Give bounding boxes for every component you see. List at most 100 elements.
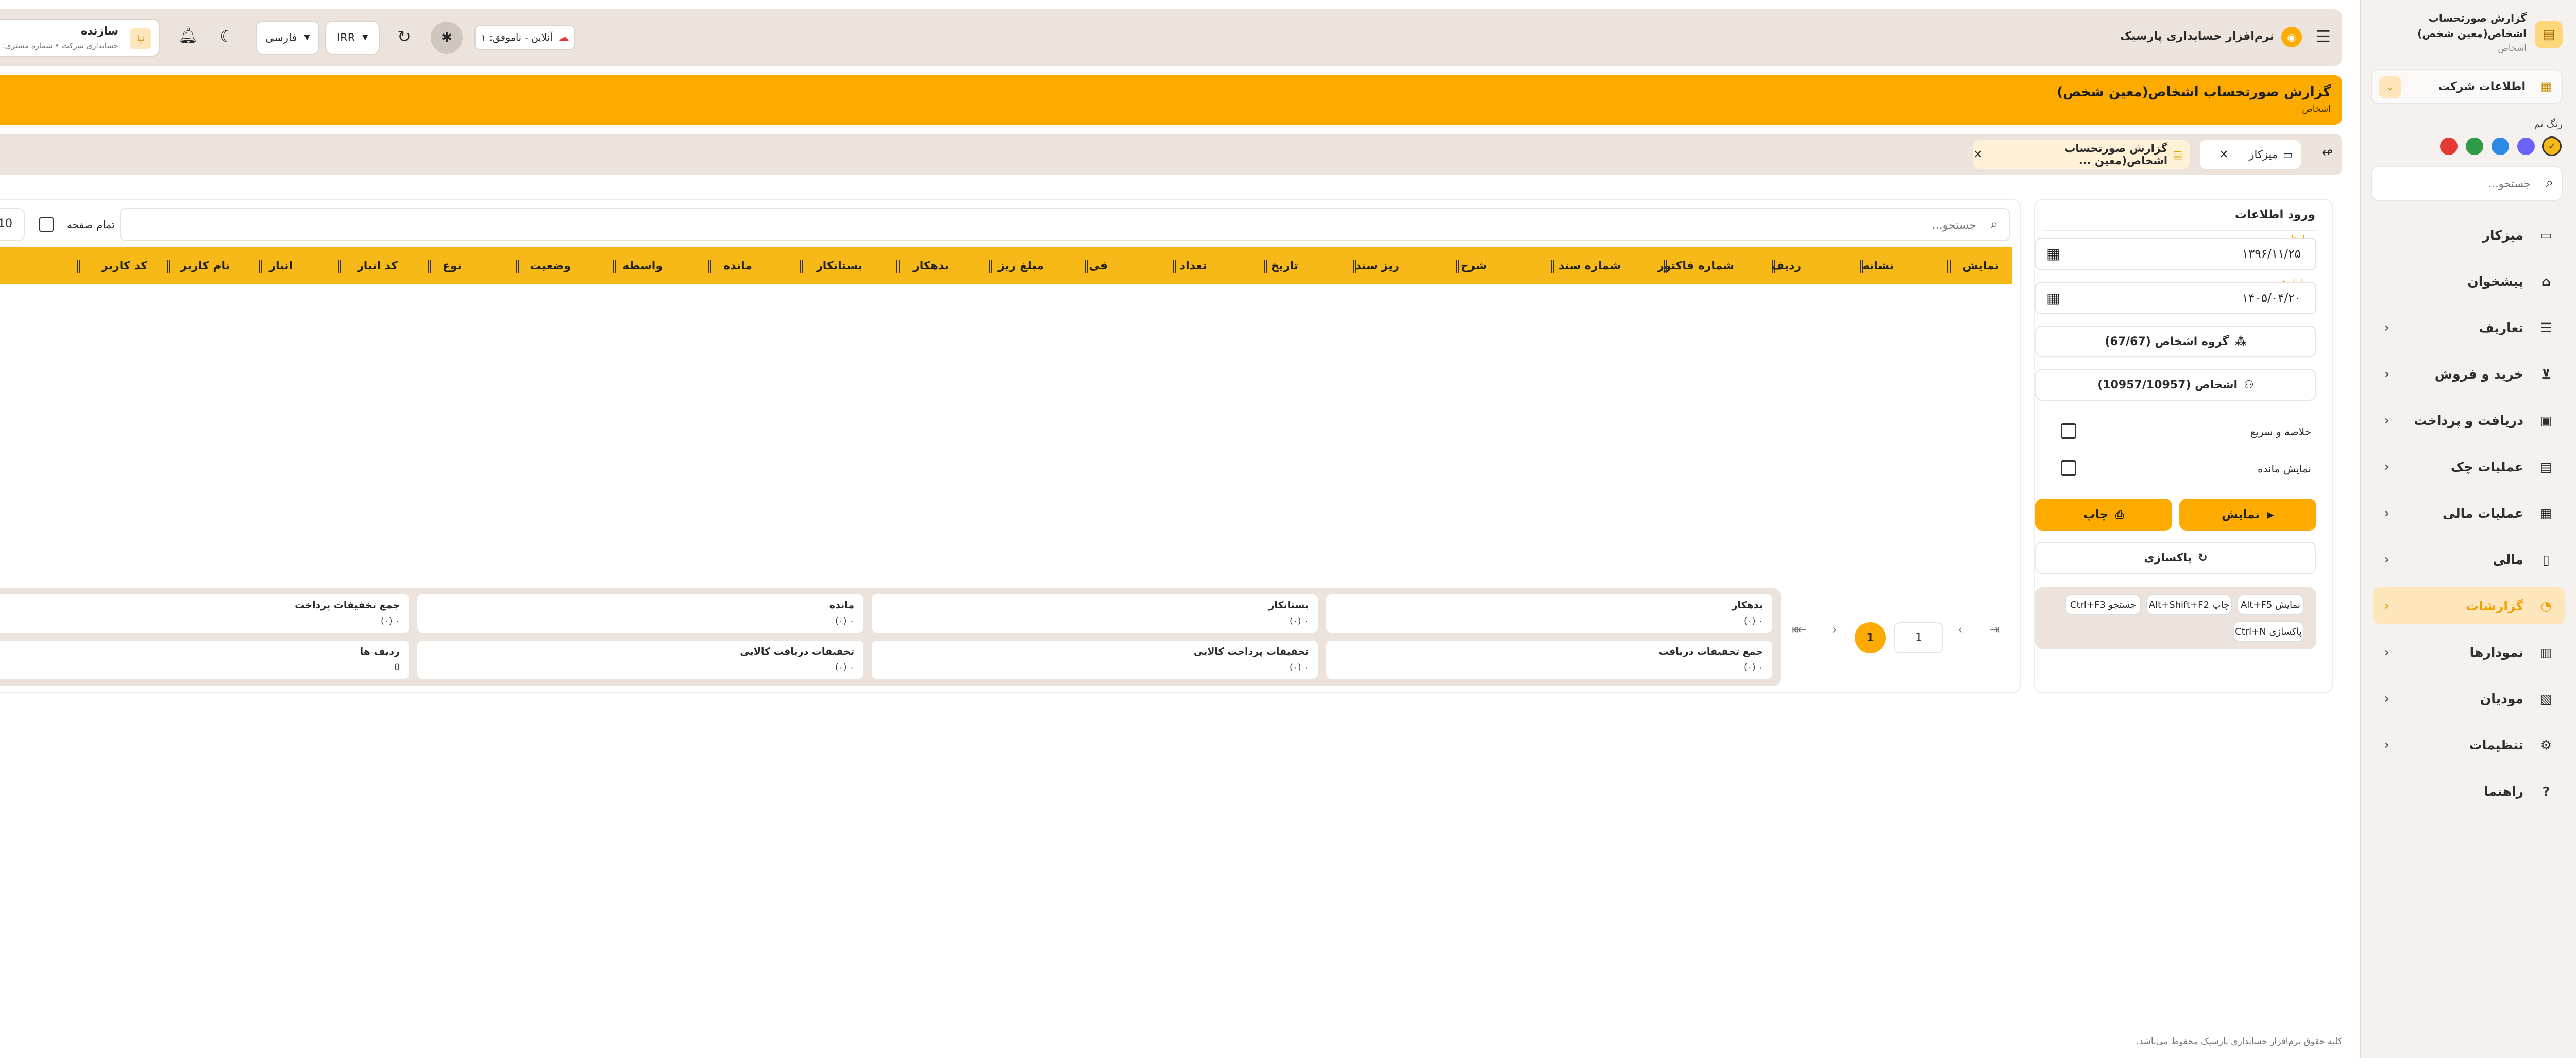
column-resizer[interactable] xyxy=(800,260,803,273)
column-resizer[interactable] xyxy=(1173,260,1176,273)
column-resizer[interactable] xyxy=(1664,260,1667,273)
close-icon[interactable]: ✕ xyxy=(2219,148,2228,161)
column-header-document-number[interactable]: شماره سند xyxy=(1558,247,1621,284)
sidebar-item-settings[interactable]: ⚙ تنظیمات ‹ xyxy=(2373,726,2565,763)
sidebar-item-payments[interactable]: ▣ دریافت و پرداخت ‹ xyxy=(2373,402,2565,439)
column-header-invoice-number[interactable]: شماره فاکتور xyxy=(1657,247,1734,284)
sidebar-search-input[interactable] xyxy=(2386,174,2531,194)
column-resizer[interactable] xyxy=(1947,260,1951,273)
column-header-type[interactable]: نوع xyxy=(443,247,462,284)
notification-bell-icon[interactable]: 🔔︎ xyxy=(178,27,198,45)
prev-page-button[interactable]: › xyxy=(1958,622,1963,637)
column-resizer[interactable] xyxy=(1085,260,1088,273)
column-resizer[interactable] xyxy=(338,260,341,273)
from-date-field[interactable]: ۱۳۹۶/۱۱/۲۵ ▦ xyxy=(2035,238,2316,270)
column-resizer[interactable] xyxy=(259,260,262,273)
column-resizer[interactable] xyxy=(1551,260,1554,273)
column-header-date[interactable]: تاریخ xyxy=(1271,247,1298,284)
last-page-button[interactable]: ⇤ xyxy=(1796,622,1806,637)
bug-report-button[interactable]: ✱ xyxy=(431,22,463,54)
column-resizer[interactable] xyxy=(708,260,711,273)
page-number-input[interactable]: 1 xyxy=(1894,622,1943,653)
column-resizer[interactable] xyxy=(1353,260,1356,273)
theme-swatch-green[interactable] xyxy=(2466,138,2483,155)
sidebar-item-charts[interactable]: ▥ نمودارها ‹ xyxy=(2373,634,2565,671)
company-selector[interactable]: ▦ اطلاعات شرکت ⌄ xyxy=(2371,69,2563,104)
sidebar-item-financial-ops[interactable]: ▦ عملیات مالی ‹ xyxy=(2373,494,2565,532)
column-header-debit[interactable]: بدهکار xyxy=(913,247,949,284)
user-menu[interactable]: نیا سازنده حسابداری شرکت • شماره مشتری: … xyxy=(0,19,160,57)
to-date-field[interactable]: ۱۴۰۵/۰۴/۲۰ ▦ xyxy=(2035,282,2316,314)
column-resizer[interactable] xyxy=(896,260,900,273)
column-header-warehouse-code[interactable]: کد انبار xyxy=(357,247,398,284)
connection-status[interactable]: ☁ آنلاین - ناموفق: ۱ xyxy=(474,25,575,50)
column-resizer[interactable] xyxy=(989,260,992,273)
column-header-credit[interactable]: بستانکار xyxy=(816,247,862,284)
print-button[interactable]: ⎙ چاپ xyxy=(2035,499,2172,531)
next-page-button[interactable]: ‹ xyxy=(1832,622,1837,637)
table-search[interactable]: ⌕ xyxy=(120,208,2010,241)
column-resizer[interactable] xyxy=(1860,260,1863,273)
dark-mode-icon[interactable]: ☾ xyxy=(219,27,234,46)
sidebar-item-taxpayers[interactable]: ▧ مودیان ‹ xyxy=(2373,680,2565,717)
collapse-menu-icon[interactable]: ☰ xyxy=(2316,27,2331,46)
column-resizer[interactable] xyxy=(1772,260,1775,273)
column-resizer[interactable] xyxy=(77,260,80,273)
show-button[interactable]: ▶ نمایش xyxy=(2179,499,2316,531)
summary-checkbox[interactable] xyxy=(2061,423,2076,439)
current-page-badge[interactable]: 1 xyxy=(1855,622,1886,653)
first-page-button[interactable]: ⇥ xyxy=(1990,622,2000,637)
column-resizer[interactable] xyxy=(613,260,616,273)
sidebar-search[interactable]: ⌕ xyxy=(2371,166,2563,201)
table-search-input[interactable] xyxy=(173,215,1976,235)
column-header-detail-amount[interactable]: مبلغ ریز xyxy=(998,247,1044,284)
column-header-user-code[interactable]: کد کاربر xyxy=(101,247,147,284)
monitor-icon: ▭ xyxy=(2283,148,2293,161)
person-group-button[interactable]: ⁂ گروه اشخاص (67/67) xyxy=(2035,326,2316,357)
column-header-sub-document[interactable]: ریز سند xyxy=(1355,247,1399,284)
column-header-intermediary[interactable]: واسطه xyxy=(622,247,663,284)
sidebar-item-finance[interactable]: ▯ مالی ‹ xyxy=(2373,541,2565,578)
column-header-description[interactable]: شرح xyxy=(1461,247,1487,284)
theme-swatch-purple[interactable] xyxy=(2517,138,2535,155)
calendar-icon[interactable]: ▦ xyxy=(2046,245,2060,262)
column-header-balance[interactable]: مانده xyxy=(723,247,752,284)
full-page-checkbox[interactable] xyxy=(39,217,54,232)
sidebar-item-help[interactable]: ? راهنما xyxy=(2373,773,2565,810)
column-header-row-number[interactable]: ردیف xyxy=(1771,247,1801,284)
sidebar-item-desk[interactable]: ▭ میزکار xyxy=(2373,216,2565,253)
sidebar-item-cheques[interactable]: ▤ عملیات چک ‹ xyxy=(2373,448,2565,485)
chevron-down-icon[interactable]: ⌄ xyxy=(2379,76,2401,98)
persons-button[interactable]: ⚇ اشخاص (10957/10957) xyxy=(2035,369,2316,401)
column-header-quantity[interactable]: تعداد xyxy=(1180,247,1207,284)
sidebar-item-definitions[interactable]: ☰ تعاریف ‹ xyxy=(2373,309,2565,346)
column-resizer[interactable] xyxy=(428,260,431,273)
calendar-icon[interactable]: ▦ xyxy=(2046,289,2060,306)
theme-swatch-yellow[interactable]: ✓ xyxy=(2542,136,2562,156)
column-resizer[interactable] xyxy=(516,260,519,273)
sidebar-item-sales[interactable]: ⊻ خرید و فروش ‹ xyxy=(2373,355,2565,393)
theme-swatch-red[interactable] xyxy=(2440,138,2458,155)
currency-selector[interactable]: ▼ IRR xyxy=(325,21,380,55)
clear-button[interactable]: ↻ پاکسازی xyxy=(2035,542,2316,574)
column-resizer[interactable] xyxy=(167,260,170,273)
column-resizer[interactable] xyxy=(1264,260,1267,273)
theme-swatch-blue[interactable] xyxy=(2492,138,2509,155)
refresh-icon[interactable]: ↻ xyxy=(397,27,411,46)
history-icon[interactable]: ↫ xyxy=(2321,145,2333,161)
column-header-unit-price[interactable]: فی xyxy=(1089,247,1108,284)
tab-report[interactable]: ▤ گزارش صورتحساب اشخاص(معین ... ✕ xyxy=(1973,140,2190,169)
tab-desk[interactable]: ▭ میزکار ✕ xyxy=(2200,140,2301,169)
page-size-selector[interactable]: 10 ▼ xyxy=(0,208,25,241)
column-header-warehouse[interactable]: انبار xyxy=(269,247,293,284)
sidebar-item-dashboard[interactable]: ⌂ پیشخوان xyxy=(2373,263,2565,300)
language-selector[interactable]: ▼ فارسی xyxy=(256,21,319,55)
sidebar-item-reports[interactable]: ◔ گزارشات ‹ xyxy=(2373,587,2565,624)
close-icon[interactable]: ✕ xyxy=(1973,148,1982,161)
column-header-sign[interactable]: نشانه xyxy=(1862,247,1894,284)
column-header-user-name[interactable]: نام کاربر xyxy=(180,247,230,284)
column-resizer[interactable] xyxy=(1456,260,1459,273)
balance-checkbox[interactable] xyxy=(2061,460,2076,476)
column-header-show[interactable]: نمایش xyxy=(1962,247,1999,284)
column-header-status[interactable]: وضعیت xyxy=(530,247,571,284)
